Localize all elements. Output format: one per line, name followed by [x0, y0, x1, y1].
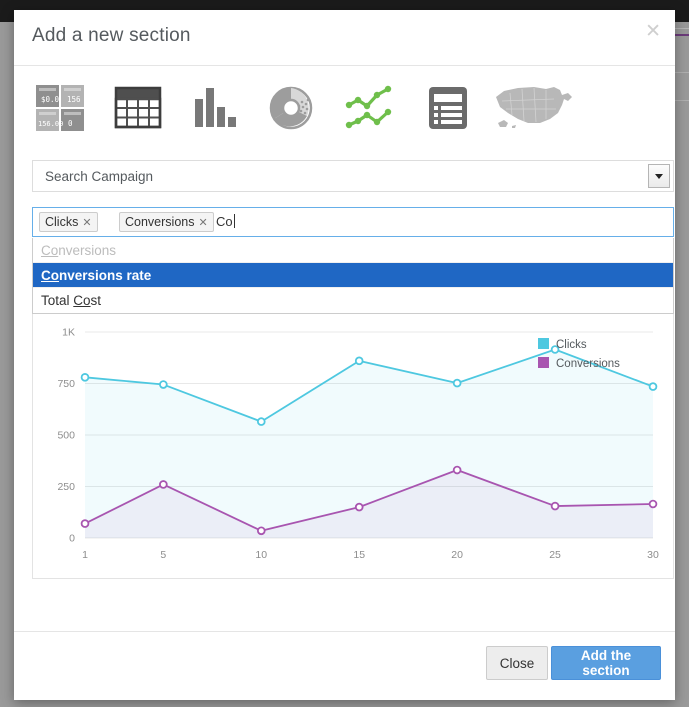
typed-text: Co	[216, 214, 233, 229]
legend-swatch	[538, 357, 549, 368]
data-point	[354, 356, 364, 366]
data-point	[159, 480, 168, 489]
metric-tag-input[interactable]: Clicks ✕ Conversions ✕ Co	[32, 207, 674, 237]
chart-series-group	[80, 345, 658, 538]
legend-label: Clicks	[556, 339, 587, 351]
option-rest: nversions	[58, 243, 117, 258]
modal-header: Add a new section ✕	[14, 10, 675, 66]
tag-remove-icon[interactable]: ✕	[82, 216, 91, 229]
match-text: Co	[73, 293, 91, 308]
chart-preview-panel: 0 250 500 750 1K 1 5 10 15 20 25 30 Clicks Conversi…	[32, 313, 674, 579]
tag-label: Clicks	[45, 215, 79, 229]
x-axis-tick: 25	[549, 549, 561, 561]
data-point	[648, 382, 658, 391]
close-button[interactable]: Close	[486, 646, 548, 680]
page-title: Add a new section	[32, 25, 191, 46]
tag-label: Conversions	[125, 215, 195, 229]
viz-type-table[interactable]	[100, 79, 176, 137]
autocomplete-option-total-cost[interactable]: Total Cost	[33, 288, 673, 313]
option-rest: st	[90, 293, 102, 308]
data-point	[80, 519, 90, 528]
autocomplete-option-conversions: Conversions	[33, 238, 673, 263]
metric-search-input[interactable]: Co	[216, 214, 235, 229]
data-point	[159, 380, 168, 389]
x-axis-tick: 1	[82, 549, 88, 561]
x-axis-tick: 5	[160, 549, 166, 561]
svg-text:$0.0: $0.0	[41, 95, 60, 104]
viz-type-bar-chart[interactable]	[176, 79, 252, 137]
data-point	[80, 373, 90, 382]
viz-type-line-chart[interactable]	[332, 79, 408, 137]
text-caret	[233, 214, 235, 228]
viz-type-pie-chart[interactable]	[254, 79, 330, 137]
modal-footer: Close Add the section	[14, 631, 675, 700]
add-section-modal: Add a new section ✕ $0.0 156 156.00 0 Se…	[14, 10, 675, 700]
y-axis-tick: 500	[57, 430, 75, 442]
close-icon[interactable]: ✕	[645, 22, 661, 41]
data-point	[354, 502, 364, 512]
x-axis-tick: 20	[451, 549, 463, 561]
viz-type-list-report[interactable]	[410, 79, 486, 137]
chevron-down-icon[interactable]	[648, 164, 670, 188]
data-point	[648, 499, 658, 509]
y-axis-tick: 1K	[62, 327, 75, 339]
chart-x-axis-labels: 1 5 10 15 20 25 30	[82, 549, 659, 561]
data-point	[550, 501, 560, 511]
legend-swatch	[538, 338, 549, 349]
visualization-type-picker: $0.0 156 156.00 0	[14, 66, 675, 144]
match-text: Co	[41, 268, 59, 283]
y-axis-tick: 0	[69, 533, 75, 545]
add-the-section-button[interactable]: Add the section	[551, 646, 661, 680]
campaign-select-row: Search Campaign	[32, 160, 674, 192]
tag-chip-conversions[interactable]: Conversions ✕	[119, 212, 214, 232]
line-chart: 02505007501K 1 5 10 15 20 25 30 ClicksConversi…	[57, 327, 659, 562]
legend-label: Conversions	[556, 358, 620, 370]
data-point	[452, 465, 462, 475]
svg-text:156: 156	[67, 95, 81, 104]
x-axis-tick: 10	[255, 549, 267, 561]
campaign-select-value: Search Campaign	[45, 169, 154, 184]
tag-chip-clicks[interactable]: Clicks ✕	[39, 212, 98, 232]
option-pre: Total	[41, 293, 74, 308]
campaign-select[interactable]: Search Campaign	[32, 160, 674, 192]
match-text: Co	[41, 243, 59, 258]
option-rest: nversions rate	[59, 268, 152, 283]
y-axis-tick: 250	[57, 481, 75, 493]
data-point	[256, 526, 266, 536]
y-axis-tick: 750	[57, 378, 75, 390]
autocomplete-option-conversions-rate[interactable]: Conversions rate	[33, 263, 673, 288]
chart-y-axis-labels: 0 250 500 750 1K	[57, 327, 75, 545]
viz-type-kpi-tiles[interactable]: $0.0 156 156.00 0	[22, 79, 98, 137]
data-point	[256, 417, 266, 426]
svg-text:0: 0	[68, 119, 73, 128]
svg-text:156.00: 156.00	[38, 120, 63, 128]
x-axis-tick: 15	[353, 549, 365, 561]
data-point	[452, 378, 462, 388]
viz-type-map[interactable]	[488, 79, 578, 137]
tag-remove-icon[interactable]: ✕	[198, 216, 207, 229]
x-axis-tick: 30	[647, 549, 659, 561]
autocomplete-dropdown: Conversions Conversions rate Total Cost	[32, 238, 674, 314]
